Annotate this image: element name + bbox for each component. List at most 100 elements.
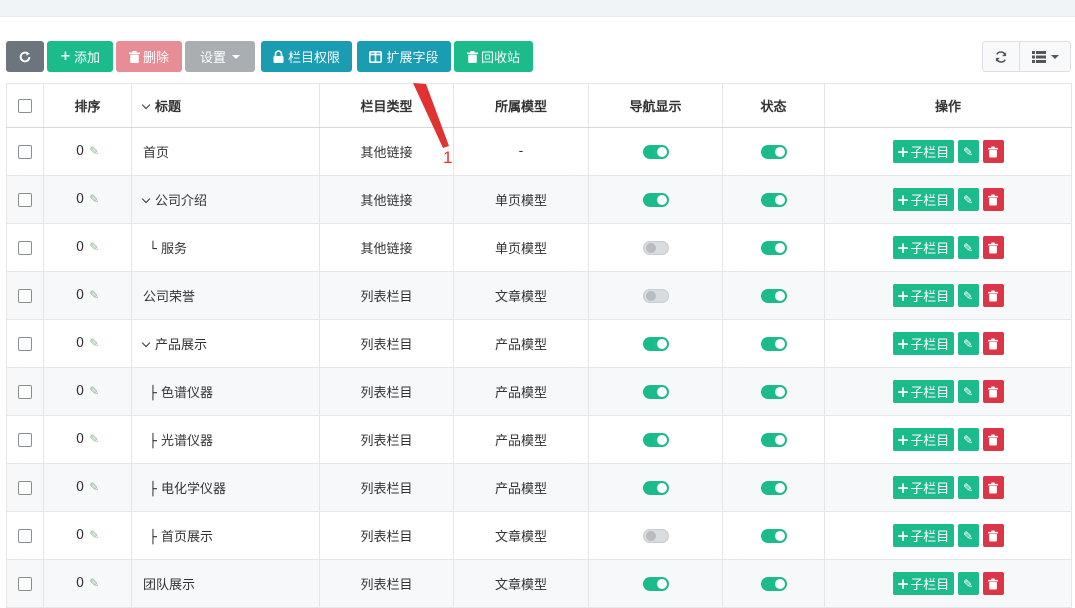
row-checkbox[interactable] [18,384,32,399]
delete-row-button[interactable] [982,332,1004,355]
status-toggle[interactable] [760,240,787,255]
status-toggle[interactable] [760,336,787,351]
pencil-icon[interactable]: ✎ [89,576,99,590]
add-subcategory-button[interactable]: + 子栏目 [892,284,954,307]
trash-icon [988,338,998,349]
add-subcategory-button[interactable]: + 子栏目 [892,428,954,451]
chevron-down-icon[interactable] [141,194,151,204]
pencil-icon[interactable]: ✎ [89,384,99,398]
pencil-icon[interactable]: ✎ [89,144,99,158]
pencil-icon[interactable]: ✎ [89,192,99,206]
status-toggle[interactable] [760,528,787,543]
chevron-down-icon[interactable] [141,100,151,110]
nav-toggle[interactable] [642,336,669,351]
edit-button[interactable]: ✎ [957,524,979,547]
pencil-icon[interactable]: ✎ [89,336,99,350]
table-row: 0 ✎ 公司荣誉 列表栏目 文章模型 + 子栏目 ✎ [6,271,1072,320]
pencil-icon[interactable]: ✎ [89,432,99,446]
model-cell: 文章模型 [453,511,589,560]
status-toggle[interactable] [760,480,787,495]
chevron-down-icon[interactable] [141,338,151,348]
row-checkbox[interactable] [18,288,32,303]
table-refresh-button[interactable] [983,42,1020,71]
header-title[interactable]: 标题 [131,83,320,128]
row-checkbox[interactable] [18,432,32,447]
row-checkbox[interactable] [18,240,32,255]
refresh-button[interactable] [6,41,44,72]
permission-button[interactable]: 栏目权限 [261,41,352,72]
row-checkbox[interactable] [18,336,32,351]
header-sort[interactable]: 排序 [43,83,132,128]
add-subcategory-button[interactable]: + 子栏目 [892,380,954,403]
add-button[interactable]: + 添加 [47,41,113,72]
status-toggle[interactable] [760,192,787,207]
delete-row-button[interactable] [982,524,1004,547]
nav-toggle[interactable] [642,480,669,495]
pencil-icon[interactable]: ✎ [89,528,99,542]
tree-prefix: ├ [149,530,161,545]
edit-button[interactable]: ✎ [957,428,979,451]
status-toggle[interactable] [760,432,787,447]
delete-row-button[interactable] [982,140,1004,163]
nav-toggle[interactable] [642,240,669,255]
recycle-bin-button[interactable]: 回收站 [454,41,533,72]
type-cell: 列表栏目 [319,319,454,368]
delete-row-button[interactable] [982,236,1004,259]
add-subcategory-button[interactable]: + 子栏目 [892,188,954,211]
edit-button[interactable]: ✎ [957,380,979,403]
edit-button[interactable]: ✎ [957,332,979,355]
delete-row-button[interactable] [982,284,1004,307]
pencil-icon[interactable]: ✎ [89,240,99,254]
row-checkbox[interactable] [18,144,32,159]
delete-row-button[interactable] [982,476,1004,499]
nav-toggle[interactable] [642,288,669,303]
title-text: 首页 [143,146,170,161]
delete-row-button[interactable] [982,428,1004,451]
status-toggle[interactable] [760,384,787,399]
edit-button[interactable]: ✎ [957,140,979,163]
row-checkbox[interactable] [18,576,32,591]
edit-button[interactable]: ✎ [957,236,979,259]
select-all-checkbox[interactable] [18,98,32,113]
extend-fields-button[interactable]: 扩展字段 [357,41,451,72]
nav-toggle[interactable] [642,432,669,447]
nav-toggle[interactable] [642,144,669,159]
add-subcategory-button[interactable]: + 子栏目 [892,332,954,355]
nav-toggle[interactable] [642,192,669,207]
edit-button[interactable]: ✎ [957,476,979,499]
add-subcategory-button[interactable]: + 子栏目 [892,524,954,547]
row-select-cell [6,223,44,272]
status-toggle[interactable] [760,576,787,591]
nav-toggle[interactable] [642,576,669,591]
row-checkbox[interactable] [18,192,32,207]
edit-button[interactable]: ✎ [957,572,979,595]
title-text: 色谱仪器 [160,386,213,401]
pencil-icon[interactable]: ✎ [89,480,99,494]
nav-toggle[interactable] [642,384,669,399]
add-subcategory-button[interactable]: + 子栏目 [892,476,954,499]
add-subcategory-button[interactable]: + 子栏目 [892,572,954,595]
trash-icon [988,242,998,253]
columns-dropdown-button[interactable] [1020,42,1071,71]
type-cell: 其他链接 [319,127,454,176]
settings-dropdown-button[interactable]: 设置 [185,41,255,72]
status-toggle[interactable] [760,144,787,159]
model-cell: 文章模型 [453,559,589,608]
delete-row-button[interactable] [982,572,1004,595]
delete-row-button[interactable] [982,188,1004,211]
table-row: 0 ✎ ├ 电化学仪器 列表栏目 产品模型 + 子栏目 ✎ [6,463,1072,512]
plus-icon: + [896,430,910,449]
title-text: 首页展示 [160,530,213,545]
row-checkbox[interactable] [18,480,32,495]
edit-button[interactable]: ✎ [957,188,979,211]
row-checkbox[interactable] [18,528,32,543]
delete-button[interactable]: 删除 [116,41,182,72]
pencil-icon[interactable]: ✎ [89,288,99,302]
status-toggle[interactable] [760,288,787,303]
delete-row-button[interactable] [982,380,1004,403]
nav-toggle[interactable] [642,528,669,543]
edit-button[interactable]: ✎ [957,284,979,307]
add-subcategory-button[interactable]: + 子栏目 [892,140,954,163]
status-cell [722,511,825,560]
add-subcategory-button[interactable]: + 子栏目 [892,236,954,259]
